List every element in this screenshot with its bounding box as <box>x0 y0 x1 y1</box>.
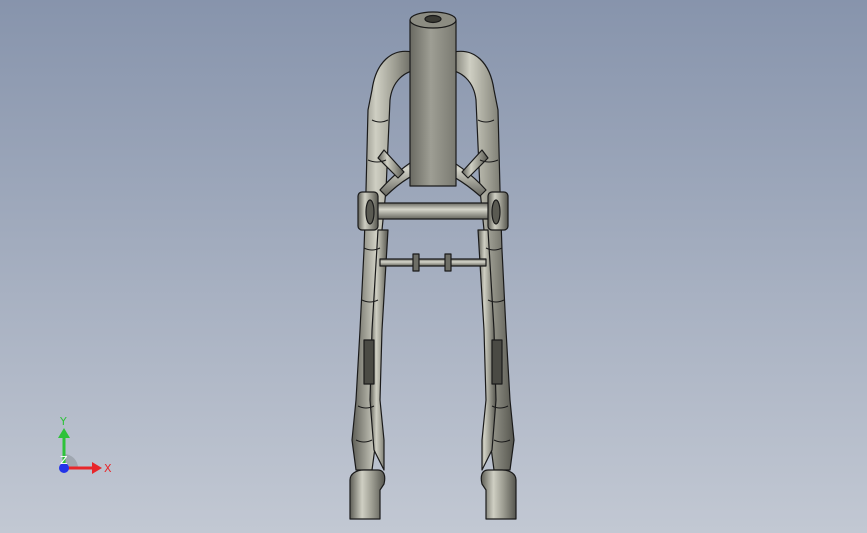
bicycle-frame-model[interactable] <box>0 0 867 533</box>
right-mid-mount <box>491 339 503 385</box>
z-axis-label: Z <box>60 454 68 467</box>
lower-axle-rod <box>379 258 487 267</box>
axle-collar-right <box>444 253 452 272</box>
frame-geometry <box>349 11 517 520</box>
axle-collar-left <box>412 253 420 272</box>
right-dropout <box>480 469 517 520</box>
left-pivot-bolt <box>365 199 375 225</box>
head-tube-bore <box>424 14 442 24</box>
left-mid-mount <box>363 339 375 385</box>
y-axis-label: Y <box>59 415 67 428</box>
x-axis-label: X <box>104 462 112 475</box>
left-dropout <box>349 469 386 520</box>
x-axis-arrowhead <box>92 462 102 474</box>
upper-cross-tube <box>373 202 493 220</box>
head-tube <box>409 19 457 187</box>
3d-viewport[interactable]: Y X Z <box>0 0 867 533</box>
right-pivot-bolt <box>491 199 501 225</box>
y-axis-arrowhead <box>58 428 70 438</box>
axis-triad[interactable]: Y X Z <box>44 412 124 482</box>
